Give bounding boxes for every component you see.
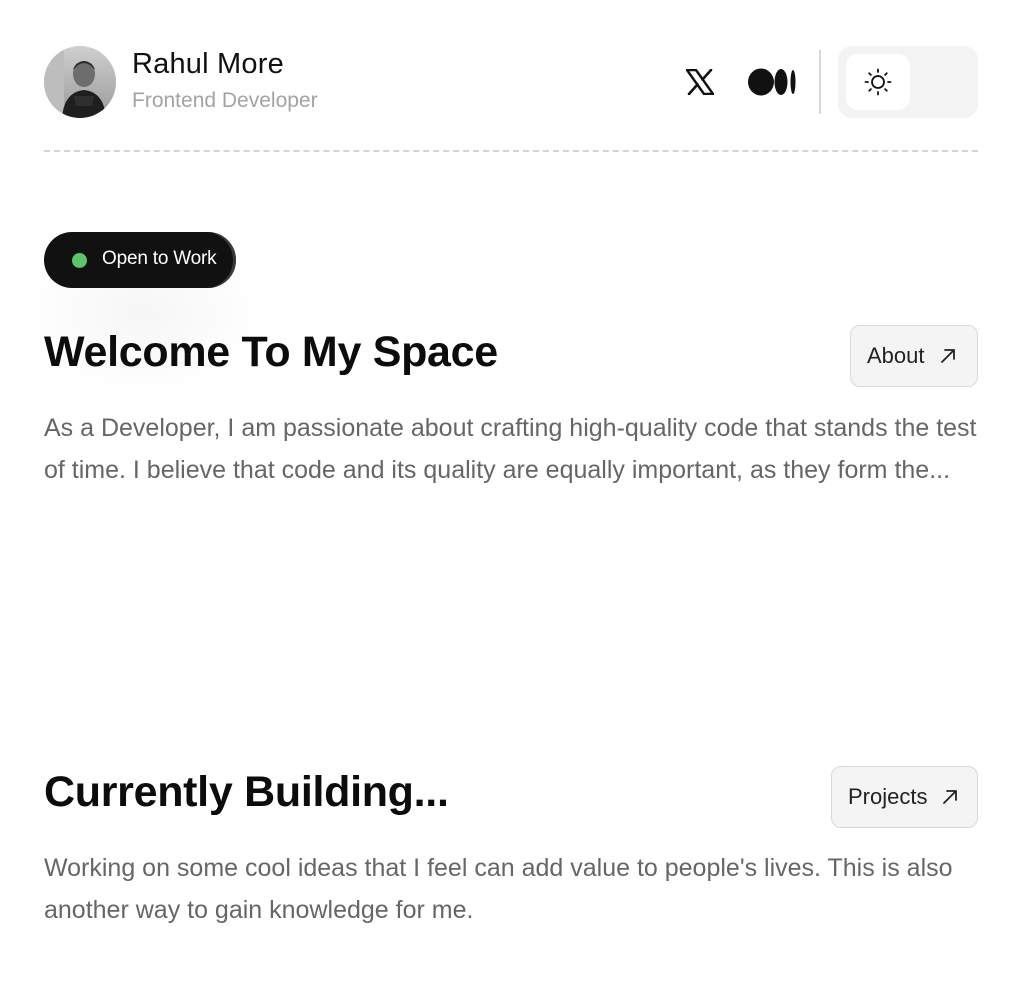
x-logo-icon: [686, 69, 714, 95]
avatar[interactable]: [44, 46, 116, 118]
arrow-up-right-icon: [940, 349, 955, 363]
header-divider: [819, 50, 821, 114]
medium-logo-icon: [748, 68, 796, 96]
avatar-image: [44, 46, 116, 118]
badge-label: Open to Work: [102, 248, 217, 269]
x-link[interactable]: [682, 64, 718, 100]
projects-button[interactable]: Projects: [831, 766, 978, 828]
sun-icon: [864, 68, 892, 96]
theme-toggle-knob[interactable]: [846, 54, 910, 110]
status-dot-icon: [72, 253, 87, 268]
profile-role: Frontend Developer: [132, 89, 318, 112]
header-separator: [44, 150, 978, 152]
open-to-work-badge: Open to Work: [44, 232, 236, 288]
medium-link[interactable]: [746, 64, 800, 100]
theme-toggle[interactable]: [838, 46, 978, 118]
welcome-text: As a Developer, I am passionate about cr…: [44, 414, 977, 484]
welcome-title: Welcome To My Space: [44, 328, 498, 376]
projects-button-label: Projects: [848, 784, 928, 809]
profile-name: Rahul More: [132, 48, 284, 80]
arrow-up-right-icon: [943, 790, 958, 804]
page: Rahul More Frontend Developer Open to Wo…: [0, 0, 1026, 984]
site-header: Rahul More Frontend Developer: [44, 44, 978, 118]
building-title: Currently Building...: [44, 768, 449, 816]
building-text: Working on some cool ideas that I feel c…: [44, 854, 953, 924]
about-button[interactable]: About: [850, 325, 978, 387]
about-button-label: About: [867, 343, 925, 368]
